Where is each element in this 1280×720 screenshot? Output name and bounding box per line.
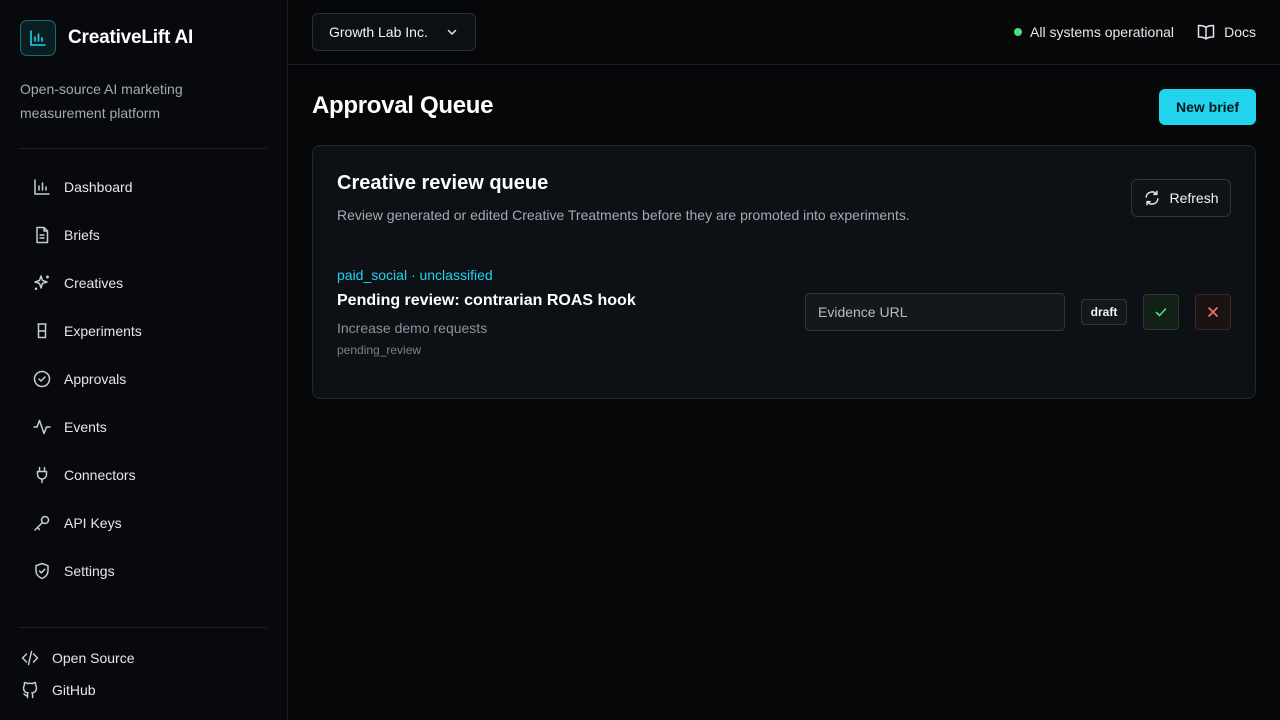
- status-text: All systems operational: [1030, 24, 1174, 40]
- evidence-url-input[interactable]: [805, 293, 1065, 331]
- status-dot: [1014, 28, 1023, 36]
- activity-icon: [33, 419, 51, 435]
- sidebar-divider: [20, 148, 267, 149]
- sidebar-nav: Dashboard Briefs Creatives Experiments A…: [20, 167, 267, 599]
- book-open-icon: [1197, 24, 1215, 40]
- shield-check-icon: [35, 562, 49, 580]
- sidebar-item-label: Approvals: [64, 371, 127, 387]
- sidebar-item-label: Experiments: [64, 323, 142, 339]
- code-icon: [21, 650, 39, 666]
- brand-name: CreativeLift AI: [68, 27, 194, 48]
- new-brief-button[interactable]: New brief: [1159, 89, 1256, 125]
- sidebar-item-briefs[interactable]: Briefs: [20, 215, 267, 255]
- bar-chart-icon: [34, 179, 50, 195]
- sidebar-item-label: Events: [64, 419, 107, 435]
- tagline: Open-source AI marketing measurement pla…: [20, 81, 183, 121]
- refresh-icon: [1145, 190, 1160, 206]
- sidebar-item-label: API Keys: [64, 515, 122, 531]
- check-icon: [1155, 308, 1167, 317]
- github-link[interactable]: GitHub: [20, 680, 267, 700]
- sidebar-footer-divider: [20, 627, 267, 628]
- plug-icon: [36, 466, 48, 484]
- item-title: Pending review: contrarian ROAS hook: [337, 292, 636, 309]
- sidebar-item-label: Briefs: [64, 227, 100, 243]
- sidebar-item-label: Connectors: [64, 467, 136, 483]
- file-text-icon: [36, 226, 49, 244]
- brand[interactable]: CreativeLift AI: [20, 20, 193, 56]
- open-source-link[interactable]: Open Source: [20, 648, 267, 668]
- github-label: GitHub: [52, 682, 96, 698]
- close-icon: [1208, 307, 1218, 317]
- system-status: All systems operational: [1014, 24, 1174, 40]
- sidebar-item-settings[interactable]: Settings: [20, 551, 267, 591]
- sidebar-item-label: Dashboard: [64, 179, 133, 195]
- beaker-icon: [37, 323, 47, 339]
- topbar: Growth Lab Inc. All systems operational …: [288, 0, 1280, 65]
- sidebar: CreativeLift AI Open-source AI marketing…: [0, 0, 288, 720]
- docs-link[interactable]: Docs: [1196, 22, 1256, 42]
- key-icon: [34, 515, 50, 531]
- sparkles-icon: [34, 275, 49, 290]
- approve-button[interactable]: [1143, 294, 1179, 330]
- card-title: Creative review queue: [337, 172, 549, 194]
- refresh-label: Refresh: [1169, 190, 1219, 206]
- card-description: Review generated or edited Creative Trea…: [337, 207, 910, 223]
- refresh-button[interactable]: Refresh: [1131, 179, 1231, 217]
- sidebar-item-api-keys[interactable]: API Keys: [20, 503, 267, 543]
- reject-button[interactable]: [1195, 294, 1231, 330]
- sidebar-item-experiments[interactable]: Experiments: [20, 311, 267, 351]
- sidebar-item-creatives[interactable]: Creatives: [20, 263, 267, 303]
- sidebar-item-connectors[interactable]: Connectors: [20, 455, 267, 495]
- docs-label: Docs: [1224, 24, 1256, 40]
- sidebar-item-dashboard[interactable]: Dashboard: [20, 167, 267, 207]
- org-name: Growth Lab Inc.: [329, 24, 428, 40]
- status-badge: draft: [1081, 299, 1127, 325]
- sidebar-item-events[interactable]: Events: [20, 407, 267, 447]
- github-icon: [22, 681, 38, 699]
- bar-chart-logo-icon: [20, 20, 56, 56]
- item-channel-meta: paid_social · unclassified: [337, 267, 493, 283]
- item-goal: Increase demo requests: [337, 320, 488, 336]
- chevron-down-icon: [447, 29, 457, 35]
- review-queue-card: Creative review queue Review generated o…: [312, 145, 1256, 399]
- check-circle-icon: [33, 370, 51, 388]
- sidebar-item-label: Creatives: [64, 275, 124, 291]
- sidebar-item-approvals[interactable]: Approvals: [20, 359, 267, 399]
- item-status: pending_review: [337, 343, 422, 357]
- open-source-label: Open Source: [52, 650, 135, 666]
- sidebar-item-label: Settings: [64, 563, 115, 579]
- org-selector[interactable]: Growth Lab Inc.: [312, 13, 476, 51]
- page-title: Approval Queue: [312, 92, 494, 119]
